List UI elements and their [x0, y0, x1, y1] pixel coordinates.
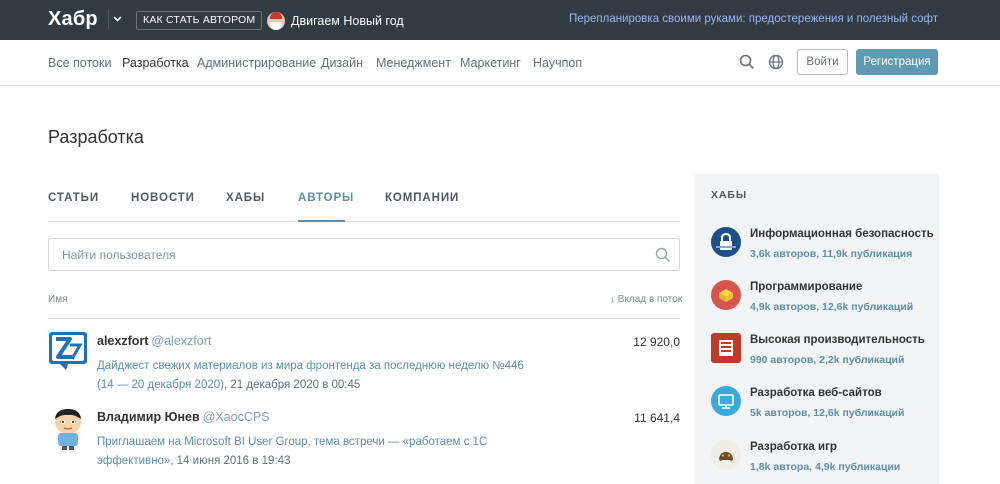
hub-item[interactable]: Информационная безопасность 3,6k авторов…	[711, 227, 939, 269]
author-name-link[interactable]: Владимир Юнев @XaocCPS	[97, 410, 270, 424]
hub-stats: 5k авторов, 12,6k публикаций	[750, 407, 905, 419]
sidebar-title: ХАБЫ	[711, 189, 748, 201]
hub-stats: 990 авторов, 2,2k публикаций	[750, 354, 905, 366]
hub-name[interactable]: Высокая производительность	[750, 334, 925, 346]
hub-stats: 4,9k авторов, 12,6k публикаций	[750, 301, 914, 313]
divider	[48, 318, 680, 319]
hub-item[interactable]: Программирование 4,9k авторов, 12,6k пуб…	[711, 280, 939, 322]
nav-item-all-flows[interactable]: Все потоки	[48, 56, 111, 70]
login-button[interactable]: Войти	[797, 49, 848, 75]
nav-item-design[interactable]: Дизайн	[321, 56, 363, 70]
post-date: , 21 декабря 2020 в 00:45	[223, 379, 361, 391]
tab-authors[interactable]: АВТОРЫ	[298, 192, 354, 204]
chevron-down-icon[interactable]	[108, 9, 126, 29]
gamepad-icon	[711, 440, 741, 470]
hub-name[interactable]: Разработка веб-сайтов	[750, 387, 882, 399]
nav-item-marketing[interactable]: Маркетинг	[460, 56, 521, 70]
hub-name[interactable]: Информационная безопасность	[750, 228, 934, 240]
avatar[interactable]	[48, 330, 88, 370]
section-tabs: СТАТЬИ НОВОСТИ ХАБЫ АВТОРЫ КОМПАНИИ	[48, 174, 680, 222]
page-title: Разработка	[48, 127, 144, 147]
author-handle[interactable]: @alexzfort	[151, 334, 211, 348]
tab-companies[interactable]: КОМПАНИИ	[385, 192, 459, 204]
active-tab-indicator	[298, 220, 345, 222]
register-button[interactable]: Регистрация	[856, 49, 938, 75]
promo-link[interactable]: Двигаем Новый год	[267, 10, 404, 32]
hub-name[interactable]: Разработка игр	[750, 441, 837, 453]
cube-icon	[711, 280, 741, 310]
search-icon[interactable]	[655, 247, 671, 263]
top-bar: Хабр КАК СТАТЬ АВТОРОМ Двигаем Новый год…	[0, 0, 1000, 40]
author-contribution: 12 920,0	[633, 335, 680, 349]
featured-article-link[interactable]: Перепланировка своими руками: предостере…	[569, 13, 938, 25]
hub-name[interactable]: Программирование	[750, 281, 862, 293]
post-title-link[interactable]: Приглашаем на Microsoft BI User Group, т…	[97, 436, 487, 467]
user-search-input[interactable]	[49, 239, 639, 270]
nav-item-administration[interactable]: Администрирование	[197, 56, 316, 70]
nav-item-development[interactable]: Разработка	[122, 56, 189, 70]
hub-stats: 3,6k авторов, 11,9k публикация	[750, 248, 913, 260]
habr-logo[interactable]: Хабр	[48, 8, 98, 31]
post-date: , 14 июня 2016 в 19:43	[170, 455, 291, 467]
main-nav: Все потоки Разработка Администрирование …	[0, 40, 1000, 86]
search-icon[interactable]	[739, 54, 755, 70]
promo-text: Двигаем Новый год	[291, 14, 404, 28]
author-name: alexzfort	[97, 334, 149, 348]
author-name-link[interactable]: alexzfort @alexzfort	[97, 334, 211, 348]
column-name-header: Имя	[48, 294, 68, 305]
latest-post: Приглашаем на Microsoft BI User Group, т…	[97, 433, 527, 471]
hubs-sidebar: ХАБЫ Информационная безопасность 3,6k ав…	[695, 174, 939, 484]
tab-news[interactable]: НОВОСТИ	[131, 192, 195, 204]
monitor-icon	[711, 386, 741, 416]
hub-item[interactable]: Разработка веб-сайтов 5k авторов, 12,6k …	[711, 386, 939, 428]
santa-icon	[267, 12, 285, 30]
hub-item[interactable]: Разработка игр 1,8k автора, 4,9k публика…	[711, 440, 939, 482]
author-name: Владимир Юнев	[97, 410, 200, 424]
sort-by-contribution[interactable]: ↓ Вклад в поток	[610, 294, 682, 305]
become-author-button[interactable]: КАК СТАТЬ АВТОРОМ	[136, 11, 263, 30]
globe-icon[interactable]	[768, 54, 784, 70]
author-handle[interactable]: @XaocCPS	[203, 410, 270, 424]
server-icon	[711, 333, 741, 363]
user-search-box	[48, 238, 680, 271]
avatar[interactable]	[48, 406, 88, 450]
tab-articles[interactable]: СТАТЬИ	[48, 192, 99, 204]
author-contribution: 11 641,4	[634, 411, 680, 425]
latest-post: Дайджест свежих материалов из мира фронт…	[97, 357, 527, 395]
hub-stats: 1,8k автора, 4,9k публикации	[750, 461, 901, 473]
lock-icon	[711, 227, 741, 257]
tab-hubs[interactable]: ХАБЫ	[226, 192, 265, 204]
nav-item-management[interactable]: Менеджмент	[376, 56, 451, 70]
nav-item-popsci[interactable]: Научпоп	[533, 56, 582, 70]
hub-item[interactable]: Высокая производительность 990 авторов, …	[711, 333, 939, 375]
